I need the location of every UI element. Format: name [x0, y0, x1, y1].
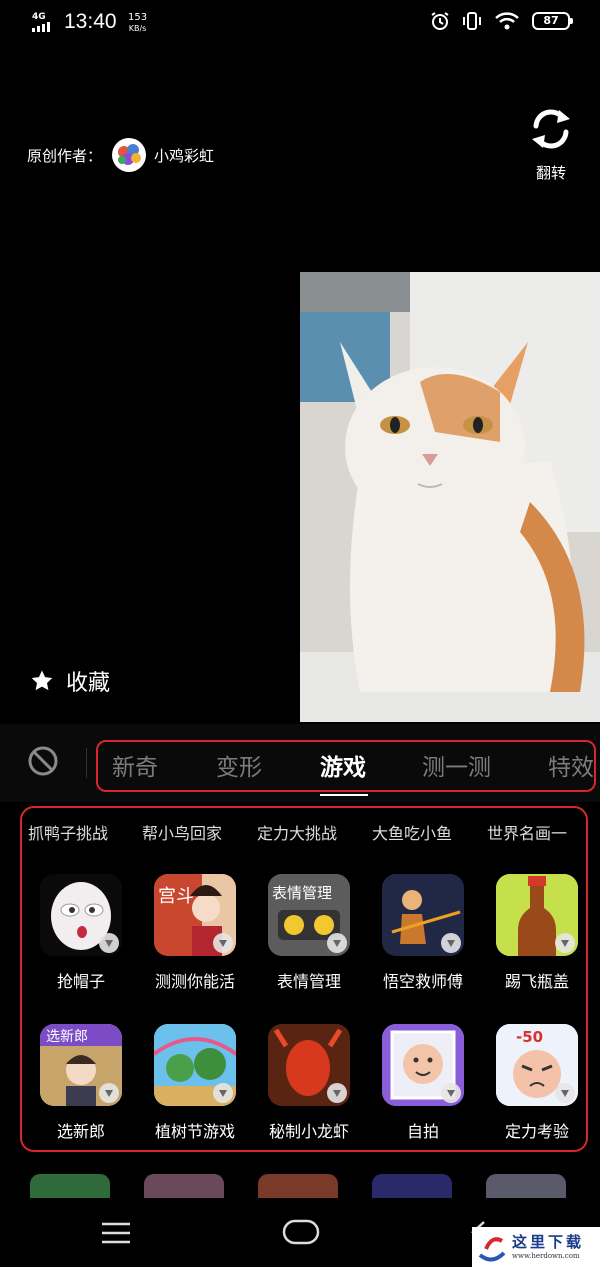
game-item[interactable]: 植树节游戏: [140, 1024, 250, 1142]
game-label: 测测你能活: [154, 972, 235, 991]
game-item[interactable]: 自拍: [368, 1024, 478, 1142]
subcategory-item[interactable]: 帮小鸟回家: [142, 820, 222, 844]
download-icon[interactable]: [555, 1083, 575, 1103]
game-label: 表情管理: [276, 972, 341, 991]
next-row-thumb: [144, 1174, 224, 1198]
next-row-thumb: [258, 1174, 338, 1198]
download-icon[interactable]: [441, 1083, 461, 1103]
no-effect-icon[interactable]: [26, 744, 60, 778]
tree-icon: [154, 1024, 236, 1106]
camera-preview: [300, 272, 600, 722]
angry-art-text: -50: [516, 1028, 543, 1046]
flip-camera-button[interactable]: 翻转: [524, 104, 578, 183]
tab-youxi[interactable]: 游戏: [320, 748, 366, 782]
game-item[interactable]: 悟空救师傅: [368, 874, 478, 992]
tab-texiao[interactable]: 特效: [548, 748, 594, 782]
game-label: 秘制小龙虾: [268, 1122, 349, 1141]
signal-icon: [32, 22, 50, 32]
bottle-icon: [496, 874, 578, 956]
game-label: 选新郎: [56, 1122, 105, 1141]
game-item[interactable]: 踢飞瓶盖: [482, 874, 586, 992]
game-item[interactable]: 表情管理 表情管理: [254, 874, 364, 992]
palace-lady-icon: 宫斗: [154, 874, 236, 956]
next-row-thumb: [30, 1174, 110, 1198]
watermark-url: www.herdown.com: [512, 1252, 580, 1260]
monkey-king-icon: [382, 874, 464, 956]
favorite-button[interactable]: 收藏: [30, 665, 110, 697]
author-info[interactable]: 原创作者： 小鸡彩虹: [27, 138, 214, 172]
emoji-faces-icon: 表情管理: [268, 874, 350, 956]
network-type: 4G: [32, 12, 46, 22]
author-avatar[interactable]: [112, 138, 147, 172]
battery-indicator: 87: [532, 12, 573, 30]
selfie-icon: [382, 1024, 464, 1106]
category-tabs: 新奇 变形 游戏 测一测 特效: [96, 740, 596, 792]
clock: 13:40: [64, 10, 117, 33]
status-bar: 4G 13:40 153 KB/s 87: [0, 0, 600, 48]
subcategory-item[interactable]: 抓鸭子挑战: [28, 820, 108, 844]
games-panel: 抓鸭子挑战 帮小鸟回家 定力大挑战 大鱼吃小鱼 世界名画一 抢帽子 宫斗 测测你…: [20, 806, 588, 1152]
site-watermark: 这里下载 www.herdown.com: [472, 1227, 600, 1267]
star-icon: [31, 670, 53, 691]
download-icon[interactable]: [99, 1083, 119, 1103]
next-row-thumb: [486, 1174, 566, 1198]
game-label: 抢帽子: [56, 972, 105, 991]
tab-xinqi[interactable]: 新奇: [112, 748, 158, 782]
home-icon[interactable]: [282, 1219, 320, 1245]
subcategory-item[interactable]: 大鱼吃小鱼: [372, 820, 452, 844]
game-label: 定力考验: [504, 1122, 569, 1141]
next-row-thumb: [372, 1174, 452, 1198]
game-item[interactable]: 秘制小龙虾: [254, 1024, 364, 1142]
subcategory-item[interactable]: 世界名画一: [487, 820, 586, 844]
game-item[interactable]: 宫斗 测测你能活: [140, 874, 250, 992]
favorite-label: 收藏: [66, 671, 111, 696]
flip-camera-icon: [532, 109, 570, 149]
wifi-icon: [495, 12, 519, 30]
author-prefix: 原创作者：: [27, 146, 103, 165]
tab-bianxing[interactable]: 变形: [216, 748, 262, 782]
subcategory-item[interactable]: 定力大挑战: [257, 820, 337, 844]
network-speed: 153 KB/s: [128, 12, 147, 34]
download-icon[interactable]: [213, 1083, 233, 1103]
palace-art-text: 宫斗: [158, 886, 194, 907]
network-speed-value: 153: [128, 12, 148, 23]
author-name[interactable]: 小鸡彩虹: [154, 145, 214, 166]
download-icon[interactable]: [213, 933, 233, 953]
groom-icon: 选新郎: [40, 1024, 122, 1106]
game-label: 自拍: [406, 1122, 439, 1141]
angry-face-icon: -50: [496, 1024, 578, 1106]
tab-divider: [86, 748, 87, 778]
game-label: 植树节游戏: [154, 1122, 235, 1141]
game-item[interactable]: -50 定力考验: [482, 1024, 586, 1142]
download-icon[interactable]: [99, 933, 119, 953]
alarm-icon: [431, 12, 449, 30]
watermark-logo-icon: [478, 1237, 506, 1262]
network-speed-unit: KB/s: [128, 24, 147, 33]
download-icon[interactable]: [327, 933, 347, 953]
crayfish-icon: [268, 1024, 350, 1106]
game-label: 踢飞瓶盖: [504, 972, 569, 991]
vibrate-icon: [463, 12, 481, 30]
tab-ceyice[interactable]: 测一测: [422, 748, 491, 782]
download-icon[interactable]: [327, 1083, 347, 1103]
flip-label: 翻转: [535, 164, 566, 182]
download-icon[interactable]: [441, 933, 461, 953]
category-tab-bar: 新奇 变形 游戏 测一测 特效: [0, 724, 600, 802]
game-item[interactable]: 抢帽子: [26, 874, 136, 992]
watermark-title: 这里下载: [512, 1233, 585, 1251]
groom-art-text: 选新郎: [46, 1029, 88, 1045]
download-icon[interactable]: [555, 933, 575, 953]
menu-icon[interactable]: [100, 1221, 132, 1245]
game-label: 悟空救师傅: [382, 972, 463, 991]
mime-face-icon: [40, 874, 122, 956]
active-tab-indicator: [320, 794, 368, 796]
emoji-art-text: 表情管理: [272, 884, 332, 902]
game-item[interactable]: 选新郎 选新郎: [26, 1024, 136, 1142]
